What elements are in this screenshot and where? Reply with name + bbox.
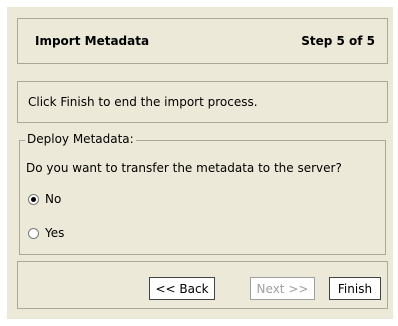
radio-option-no[interactable]: No — [28, 191, 61, 207]
next-button[interactable]: Next >> — [250, 277, 315, 300]
wizard-header: Import Metadata Step 5 of 5 — [17, 18, 388, 64]
deploy-metadata-legend: Deploy Metadata: — [25, 132, 136, 146]
wizard-title: Import Metadata — [35, 34, 150, 48]
transfer-question: Do you want to transfer the metadata to … — [26, 161, 342, 175]
radio-option-yes[interactable]: Yes — [28, 225, 64, 241]
radio-yes-button[interactable] — [28, 227, 39, 239]
wizard-step-indicator: Step 5 of 5 — [301, 34, 375, 48]
finish-button[interactable]: Finish — [329, 277, 381, 300]
button-bar: << Back Next >> Finish — [17, 261, 388, 309]
import-metadata-dialog: Import Metadata Step 5 of 5 Click Finish… — [7, 7, 393, 319]
deploy-metadata-group: Deploy Metadata: Do you want to transfer… — [19, 132, 386, 255]
radio-no-button[interactable] — [28, 193, 39, 205]
radio-no-label[interactable]: No — [45, 192, 61, 206]
radio-yes-label[interactable]: Yes — [45, 226, 64, 240]
info-text: Click Finish to end the import process. — [28, 95, 258, 109]
back-button[interactable]: << Back — [149, 277, 215, 300]
info-panel: Click Finish to end the import process. — [17, 81, 388, 123]
